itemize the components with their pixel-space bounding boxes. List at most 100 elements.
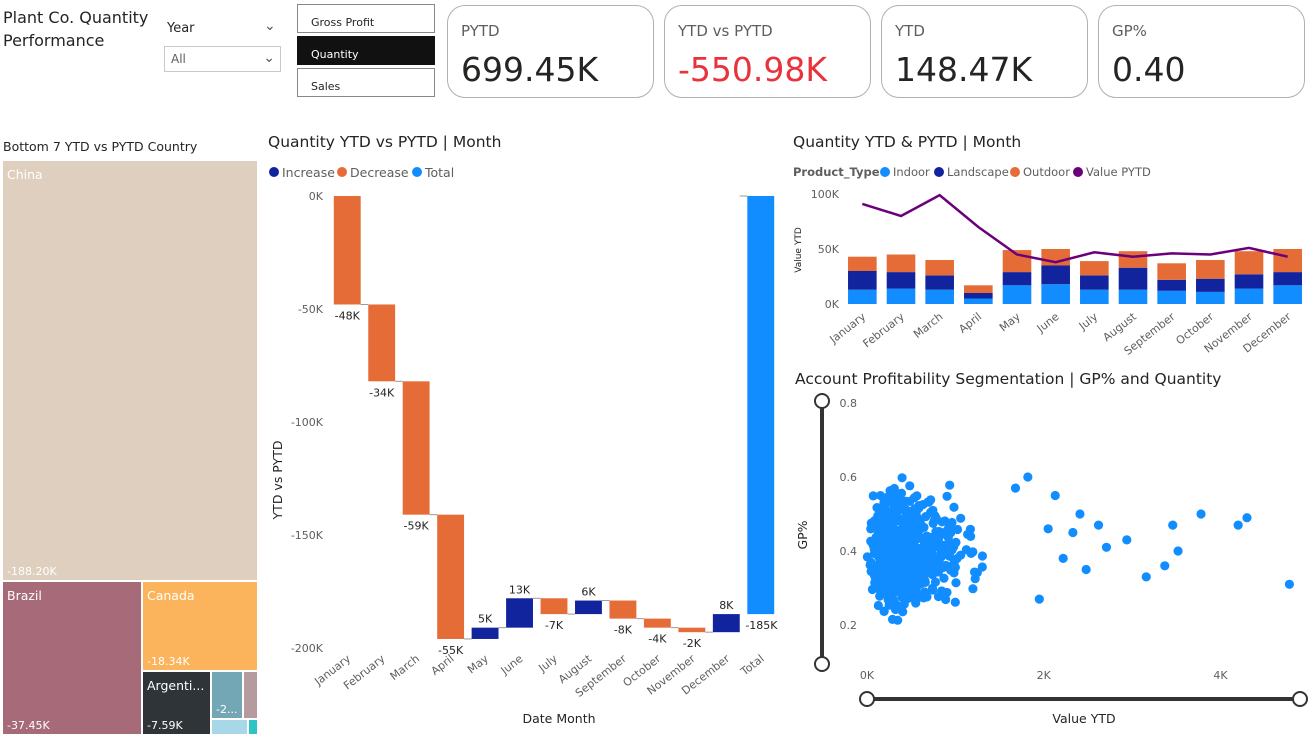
- year-slicer-value: All: [171, 52, 186, 66]
- waterfall-data-label: -59K: [404, 520, 430, 533]
- chevron-down-icon[interactable]: ⌄: [264, 18, 276, 34]
- scatter-point: [930, 577, 941, 587]
- waterfall-data-label: -2K: [683, 637, 702, 650]
- tile-label: Argenti...: [147, 678, 205, 693]
- scatter-point: [912, 524, 922, 534]
- waterfall-data-label: -185K: [745, 619, 778, 632]
- scatter-point: [866, 557, 876, 567]
- waterfall-data-label: -4K: [648, 633, 667, 646]
- x-range-slider-handle-left[interactable]: [859, 691, 875, 707]
- quantity-button[interactable]: Quantity: [297, 36, 435, 65]
- page-title: Plant Co. Quantity Performance: [3, 8, 149, 50]
- gross-profit-button[interactable]: Gross Profit: [297, 4, 435, 33]
- y-tick-label: 0K: [825, 298, 840, 311]
- kpi-label: YTD vs PYTD: [678, 22, 773, 40]
- bar-outdoor-march: [925, 260, 954, 276]
- tile-value: -18.34K: [147, 655, 190, 668]
- kpi-label: PYTD: [461, 22, 500, 40]
- tile-label: China: [7, 167, 43, 182]
- scatter-point: [1081, 564, 1091, 575]
- sales-button[interactable]: Sales: [297, 68, 435, 97]
- scatter-point: [925, 507, 936, 518]
- scatter-point: [977, 551, 988, 561]
- y-range-slider-handle-bottom[interactable]: [814, 656, 830, 672]
- waterfall-bar-november: [678, 627, 706, 633]
- treemap-tile-canada[interactable]: Canada -18.34K: [142, 581, 258, 671]
- scatter-point: [950, 597, 960, 607]
- tile-label: Canada: [147, 588, 195, 603]
- treemap-tile-brazil[interactable]: Brazil -37.45K: [2, 581, 142, 735]
- tile-value: -2...: [216, 703, 238, 716]
- waterfall-y-axis-label: YTD vs PYTD: [270, 441, 285, 521]
- bar-outdoor-august: [1118, 251, 1148, 268]
- kpi-card-ytd-vs-pytd: YTD vs PYTD -550.98K: [664, 5, 871, 98]
- scatter-point: [919, 538, 930, 549]
- x-tick-label: March: [388, 652, 422, 683]
- x-tick-label: June: [498, 652, 526, 678]
- waterfall-bar-september: [609, 600, 637, 619]
- y-tick-label: 0.6: [840, 471, 858, 484]
- waterfall-bar-june: [506, 598, 533, 628]
- scatter-point: [951, 578, 961, 588]
- kpi-value: 0.40: [1112, 50, 1186, 89]
- bar-indoor-september: [1157, 290, 1186, 304]
- bar-landscape-may: [1002, 272, 1032, 286]
- bar-indoor-may: [1002, 285, 1032, 304]
- kpi-card-gp-percent: GP% 0.40: [1098, 5, 1305, 98]
- scatter-point: [922, 565, 932, 575]
- scatter-x-axis-label: Value YTD: [1052, 711, 1115, 726]
- scatter-point: [899, 554, 909, 564]
- kpi-label: GP%: [1112, 22, 1147, 40]
- scatter-point: [1233, 520, 1243, 530]
- waterfall-title: Quantity YTD vs PYTD | Month: [268, 133, 502, 151]
- scatter-point: [904, 522, 914, 532]
- x-tick-label: 2K: [1037, 669, 1052, 682]
- kpi-card-ytd: YTD 148.47K: [881, 5, 1088, 98]
- legend-marker-landscape: [934, 167, 944, 177]
- x-tick-label: May: [997, 310, 1023, 335]
- waterfall-bar-january: [333, 196, 361, 305]
- scatter-point: [888, 485, 898, 495]
- scatter-point: [939, 545, 949, 555]
- y-tick-label: 100K: [811, 188, 840, 201]
- scatter-point: [1010, 483, 1021, 493]
- scatter-point: [1196, 509, 1206, 519]
- bar-indoor-november: [1234, 288, 1264, 304]
- scatter-point: [898, 501, 908, 511]
- waterfall-bar-march: [402, 381, 430, 515]
- treemap-tile-argentina[interactable]: Argenti... -7.59K: [142, 671, 211, 735]
- bar-landscape-april: [964, 293, 993, 299]
- scatter-point: [931, 527, 941, 537]
- scatter-point: [961, 545, 971, 555]
- waterfall-data-label: -34K: [369, 386, 395, 399]
- legend-marker-indoor: [880, 167, 890, 177]
- x-tick-label: February: [860, 310, 907, 351]
- scatter-point: [886, 542, 897, 553]
- kpi-value: -550.98K: [678, 50, 828, 89]
- treemap-tile-small-2[interactable]: [243, 671, 258, 719]
- scatter-point: [890, 604, 901, 615]
- treemap-tile-china[interactable]: China -188.20K: [2, 160, 258, 581]
- bar-outdoor-november: [1234, 251, 1264, 275]
- scatter-point: [909, 493, 919, 503]
- scatter-point: [1173, 546, 1183, 556]
- waterfall-legend: Increase Decrease Total: [269, 165, 454, 180]
- bar-landscape-december: [1273, 272, 1302, 286]
- legend-marker-total: [412, 167, 422, 177]
- scatter-point: [1168, 520, 1178, 530]
- treemap-tile-small-1[interactable]: -2...: [211, 671, 243, 719]
- waterfall-bar-august: [575, 600, 602, 615]
- bar-landscape-july: [1080, 275, 1109, 290]
- treemap-tile-small-3[interactable]: [211, 719, 248, 735]
- treemap-tile-small-4[interactable]: [248, 719, 258, 735]
- x-range-slider-handle-right[interactable]: [1292, 691, 1308, 707]
- line-value-pytd: [861, 193, 1288, 264]
- waterfall-x-axis-label: Date Month: [522, 711, 595, 726]
- year-slicer-dropdown[interactable]: All ⌄: [164, 46, 281, 72]
- scatter-point: [1160, 561, 1170, 571]
- y-range-slider-handle-top[interactable]: [814, 393, 830, 409]
- bar-indoor-october: [1196, 291, 1225, 304]
- waterfall-data-label: 13K: [509, 583, 531, 596]
- waterfall-data-label: -55K: [438, 644, 464, 657]
- scatter-point: [872, 546, 882, 556]
